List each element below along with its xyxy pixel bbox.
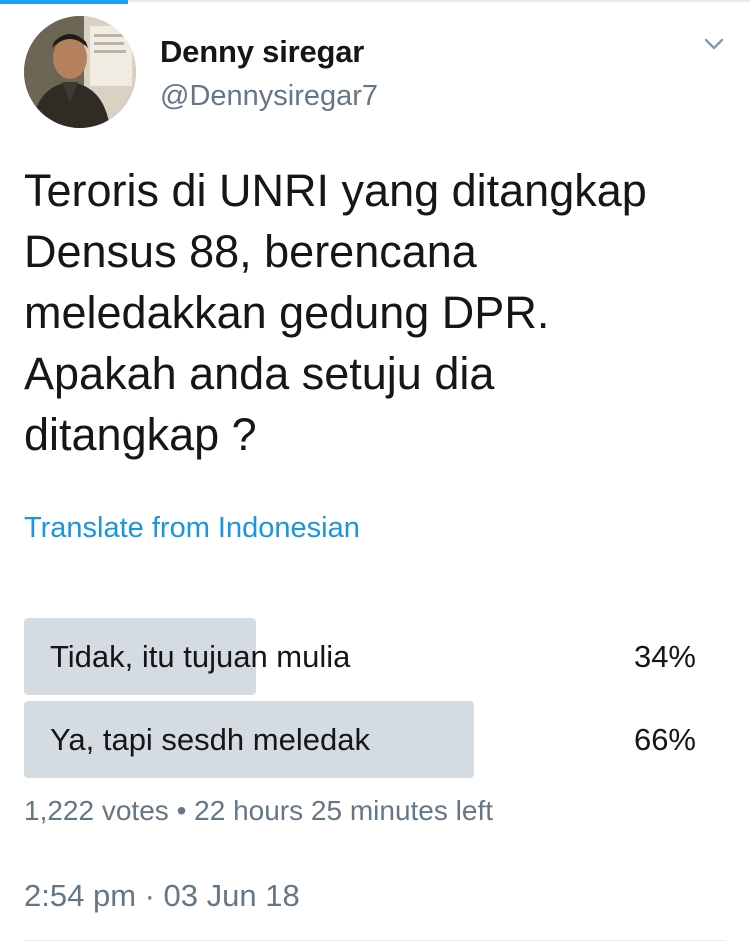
tweet-text-line: ditangkap ?: [24, 409, 257, 460]
poll-option[interactable]: Tidak, itu tujuan mulia 34%: [24, 618, 706, 695]
avatar[interactable]: [24, 16, 136, 128]
translate-link[interactable]: Translate from Indonesian: [24, 512, 360, 545]
chevron-down-icon[interactable]: [700, 32, 728, 56]
bottom-divider: [24, 940, 726, 941]
poll-option-label: Ya, tapi sesdh meledak: [50, 722, 370, 757]
poll-votes: 1,222 votes: [24, 795, 169, 826]
tweet-text-line: Densus 88, berencana: [24, 226, 477, 277]
tweet-text-line: Teroris di UNRI yang ditangkap: [24, 165, 647, 216]
user-handle[interactable]: @Dennysiregar7: [160, 80, 378, 113]
poll-option-percent: 66%: [633, 722, 696, 757]
poll-separator: •: [176, 795, 187, 826]
tweet-text: Teroris di UNRI yang ditangkap Densus 88…: [24, 160, 724, 465]
user-name[interactable]: Denny siregar: [160, 34, 364, 70]
tweet-text-line: meledakkan gedung DPR.: [24, 287, 550, 338]
tweet-timestamp[interactable]: 2:54 pm · 03 Jun 18: [24, 878, 300, 914]
poll-time-left: 22 hours 25 minutes left: [194, 795, 493, 826]
poll-meta: 1,222 votes • 22 hours 25 minutes left: [24, 795, 493, 827]
top-divider: [128, 0, 750, 2]
poll-option-label: Tidak, itu tujuan mulia: [50, 639, 351, 674]
top-accent-bar: [0, 0, 128, 4]
poll-option[interactable]: Ya, tapi sesdh meledak 66%: [24, 701, 706, 778]
tweet-text-line: Apakah anda setuju dia: [24, 348, 495, 399]
poll-option-percent: 34%: [633, 639, 696, 674]
